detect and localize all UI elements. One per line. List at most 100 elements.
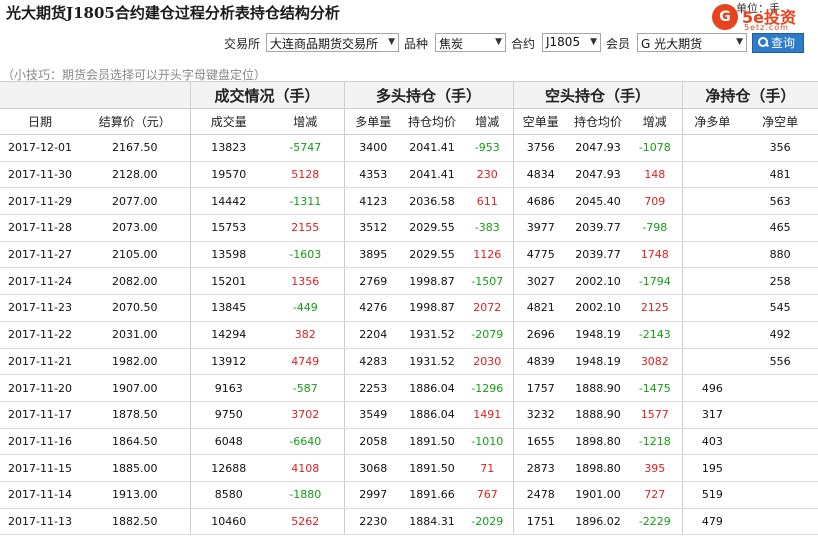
- cell-short: 4775: [513, 241, 569, 269]
- cell-long: 4283: [344, 348, 403, 376]
- col-header-net-short[interactable]: 净空单: [742, 108, 818, 135]
- col-header-volume[interactable]: 成交量: [190, 108, 267, 135]
- cell-long: 3068: [344, 454, 403, 482]
- table-row[interactable]: 2017-11-30 2128.00 19570 5128 4353 2041.41 230…: [0, 161, 818, 189]
- exchange-select[interactable]: 大连商品期货交易所 ▼: [266, 33, 399, 52]
- table-row[interactable]: 2017-11-23 2070.50 13845 -449 4276 1998.87 207…: [0, 294, 818, 322]
- cell-long-avg: 1884.31: [402, 508, 463, 536]
- col-header-long-avg[interactable]: 持仓均价: [402, 108, 463, 135]
- cell-settle: 2128.00: [80, 161, 191, 189]
- table-row[interactable]: 2017-11-27 2105.00 13598 -1603 3895 2029.55 11…: [0, 241, 818, 269]
- cell-settle: 2077.00: [80, 187, 191, 216]
- exchange-select-value: 大连商品期货交易所: [270, 37, 379, 51]
- cell-short-avg: 2002.10: [568, 267, 629, 296]
- cell-volume-change: 4749: [267, 348, 345, 376]
- cell-short-avg: 2039.77: [568, 214, 629, 242]
- table-row[interactable]: 2017-12-01 2167.50 13823 -5747 3400 2041.41 -9…: [0, 134, 818, 162]
- table-row[interactable]: 2017-11-13 1882.50 10460 5262 2230 1884.31 -20…: [0, 508, 818, 536]
- cell-volume: 13598: [190, 241, 267, 269]
- cell-net-short: [742, 508, 818, 536]
- search-icon: [758, 37, 769, 48]
- cell-long-change: 2072: [462, 294, 514, 322]
- cell-net-long: [682, 348, 743, 376]
- member-select[interactable]: G 光大期货 ▼: [637, 33, 747, 52]
- cell-short-change: -2229: [628, 508, 683, 536]
- col-header-long[interactable]: 多单量: [344, 108, 403, 135]
- cell-short-avg: 2047.93: [568, 134, 629, 162]
- contract-label: 合约: [511, 37, 536, 51]
- table-row[interactable]: 2017-11-17 1878.50 9750 3702 3549 1886.04 1491…: [0, 401, 818, 429]
- cell-long-change: -1010: [462, 428, 514, 456]
- col-header-net-long[interactable]: 净多单: [682, 108, 743, 135]
- cell-short: 3756: [513, 134, 569, 162]
- cell-settle: 1982.00: [80, 348, 191, 376]
- cell-short-change: 727: [628, 481, 683, 509]
- col-header-volume-change[interactable]: 增减: [267, 108, 345, 135]
- cell-short: 4686: [513, 187, 569, 216]
- cell-net-long: [682, 267, 743, 296]
- cell-volume-change: -6640: [267, 428, 345, 456]
- contract-select[interactable]: J1805 ▼: [542, 33, 601, 52]
- cell-long-avg: 1998.87: [402, 267, 463, 296]
- cell-long-change: -2079: [462, 321, 514, 349]
- chevron-down-icon: ▼: [590, 37, 597, 47]
- cell-net-short: 258: [742, 267, 818, 296]
- cell-long-avg: 1891.50: [402, 454, 463, 482]
- cell-net-short: [742, 481, 818, 509]
- table-row[interactable]: 2017-11-14 1913.00 8580 -1880 2997 1891.66 767…: [0, 481, 818, 509]
- col-header-short-change[interactable]: 增减: [628, 108, 683, 135]
- cell-settle: 2031.00: [80, 321, 191, 349]
- cell-short: 2696: [513, 321, 569, 349]
- cell-long: 4353: [344, 161, 403, 189]
- cell-volume: 15201: [190, 267, 267, 296]
- cell-volume-change: -1311: [267, 187, 345, 216]
- table-row[interactable]: 2017-11-29 2077.00 14442 -1311 4123 2036.58 61…: [0, 187, 818, 216]
- cell-long-avg: 2041.41: [402, 161, 463, 189]
- cell-net-short: 356: [742, 134, 818, 162]
- cell-net-short: 556: [742, 348, 818, 376]
- group-header-short: 空头持仓（手）: [513, 81, 683, 109]
- cell-long: 3400: [344, 134, 403, 162]
- cell-net-short: 465: [742, 214, 818, 242]
- cell-net-short: 481: [742, 161, 818, 189]
- site-logo[interactable]: G 5e投资 5etz.com: [712, 3, 816, 33]
- cell-long-avg: 1931.52: [402, 348, 463, 376]
- cell-net-long: [682, 187, 743, 216]
- cell-short-change: -1078: [628, 134, 683, 162]
- table-row[interactable]: 2017-11-24 2082.00 15201 1356 2769 1998.87 -15…: [0, 267, 818, 296]
- cell-date: 2017-11-29: [0, 187, 80, 216]
- col-header-long-change[interactable]: 增减: [462, 108, 514, 135]
- cell-short-change: -798: [628, 214, 683, 242]
- table-row[interactable]: 2017-11-15 1885.00 12688 4108 3068 1891.50 71 2…: [0, 454, 818, 482]
- col-header-settle[interactable]: 结算价（元）: [80, 108, 191, 135]
- cell-long-change: -2029: [462, 508, 514, 536]
- table-row[interactable]: 2017-11-28 2073.00 15753 2155 3512 2029.55 -38…: [0, 214, 818, 242]
- table-row[interactable]: 2017-11-16 1864.50 6048 -6640 2058 1891.50 -10…: [0, 428, 818, 456]
- cell-short: 4834: [513, 161, 569, 189]
- cell-date: 2017-11-20: [0, 374, 80, 402]
- cell-volume-change: 5262: [267, 508, 345, 536]
- col-header-short-avg[interactable]: 持仓均价: [568, 108, 629, 135]
- col-header-short[interactable]: 空单量: [513, 108, 569, 135]
- col-header-date[interactable]: 日期: [0, 108, 80, 135]
- cell-short-change: 1748: [628, 241, 683, 269]
- cell-settle: 1907.00: [80, 374, 191, 402]
- query-button[interactable]: 查询: [752, 33, 804, 53]
- cell-short: 4821: [513, 294, 569, 322]
- cell-date: 2017-11-15: [0, 454, 80, 482]
- table-row[interactable]: 2017-11-22 2031.00 14294 382 2204 1931.52 -207…: [0, 321, 818, 349]
- cell-long-change: 230: [462, 161, 514, 189]
- cell-net-long: 519: [682, 481, 743, 509]
- cell-net-short: [742, 401, 818, 429]
- cell-date: 2017-11-13: [0, 508, 80, 536]
- cell-volume: 14442: [190, 187, 267, 216]
- table-row[interactable]: 2017-11-20 1907.00 9163 -587 2253 1886.04 -129…: [0, 374, 818, 402]
- cell-net-long: 479: [682, 508, 743, 536]
- table-row[interactable]: 2017-11-21 1982.00 13912 4749 4283 1931.52 203…: [0, 348, 818, 376]
- cell-short-avg: 1888.90: [568, 374, 629, 402]
- group-header-net: 净持仓（手）: [682, 81, 818, 109]
- cell-long: 2230: [344, 508, 403, 536]
- cell-settle: 1864.50: [80, 428, 191, 456]
- product-select[interactable]: 焦炭 ▼: [435, 33, 506, 52]
- cell-long-avg: 2029.55: [402, 241, 463, 269]
